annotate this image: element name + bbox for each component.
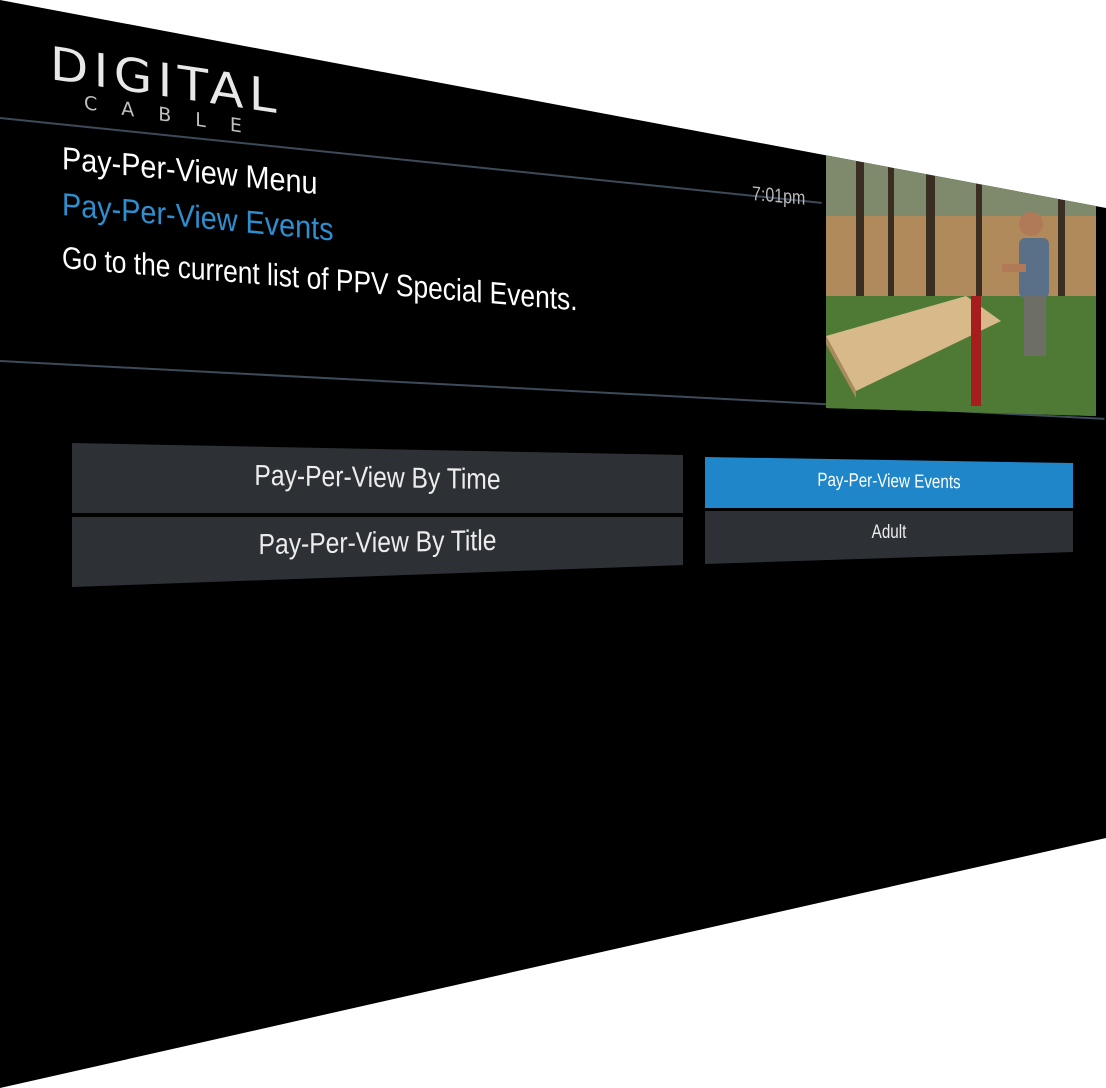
screen-photo: DIGITAL CABLE Pay-Per-View Menu Pay-Per-… [0, 0, 1106, 1088]
live-tv-preview [826, 146, 1096, 416]
clock: 7:01pm [752, 183, 806, 210]
live-tv-preview-image [826, 146, 1096, 416]
adult-label: Adult [871, 522, 907, 543]
selected-item-description: Go to the current list of PPV Special Ev… [62, 240, 578, 318]
tv-screen-panel: DIGITAL CABLE Pay-Per-View Menu Pay-Per-… [0, 0, 1106, 1088]
